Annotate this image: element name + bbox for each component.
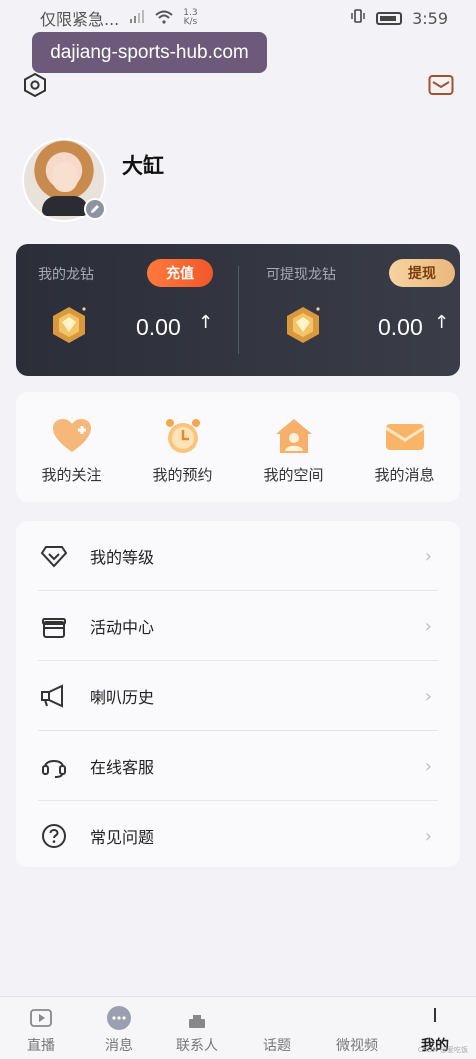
tab-micro-video[interactable]: 微视频 [318,997,396,1059]
edit-pencil-icon[interactable] [84,198,106,220]
menu-label: 活动中心 [90,618,155,637]
avatar-face [52,162,78,192]
tab-messages[interactable]: 消息 [80,997,158,1059]
wallet-withdrawable: 可提现龙钻 提现 0.00 ↑ [238,244,460,376]
menu-item-level[interactable]: 我的等级 › [16,521,460,591]
tab-live[interactable]: 直播 [2,997,80,1059]
clock-text: 3:59 [412,8,448,28]
recharge-button[interactable]: 充值 [147,259,213,287]
wallet-balance: 我的龙钻 充值 0.00 ↑ [16,244,238,376]
watermark: CSDN @爱吃饭 [417,1046,468,1054]
bottom-tab-bar: 直播 消息 联系人 话题 微视频 我的 CSDN @爱吃饭 [0,996,476,1059]
headset-icon [40,752,68,780]
menu-label: 常见问题 [90,828,155,847]
arrow-up-icon: ↑ [434,312,450,333]
megaphone-icon [40,682,68,710]
avatar-body [42,196,88,216]
gift-icon [40,612,68,640]
menu-label: 我的等级 [90,548,155,567]
envelope-icon [383,416,427,456]
me-icon [421,1005,449,1031]
menu-item-horn-history[interactable]: 喇叭历史 › [16,661,460,731]
menu-label: 喇叭历史 [90,688,155,707]
shortcut-label: 我的空间 [263,466,324,484]
topic-icon [263,1005,291,1031]
username: 大缸 [122,154,164,178]
tab-label: 消息 [105,1038,133,1054]
tab-label: 话题 [263,1038,291,1054]
wallet-withdraw-amount: 0.00 [378,314,423,340]
shortcut-follow[interactable]: 我的关注 [22,416,122,502]
wallet-label: 我的龙钻 [38,267,94,283]
mail-icon[interactable] [428,72,454,98]
contacts-icon [183,1005,211,1031]
profile-header: 大缸 [22,138,164,222]
chevron-right-icon: › [424,685,432,707]
chevron-right-icon: › [424,755,432,777]
tab-topics[interactable]: 话题 [238,997,316,1059]
chat-icon [105,1005,133,1031]
menu-list: 我的等级 › 活动中心 › 喇叭历史 › 在线客服 › 常见问题 › [16,521,460,867]
no-signal-icon [129,9,145,28]
question-icon [40,822,68,850]
dragon-diamond-icon [48,304,90,346]
menu-label: 在线客服 [90,758,155,777]
status-right: 3:59 [350,8,448,28]
withdraw-button[interactable]: 提现 [389,259,455,287]
avatar[interactable] [22,138,106,222]
menu-item-activity[interactable]: 活动中心 › [16,591,460,661]
settings-icon[interactable] [22,72,48,98]
chevron-right-icon: › [424,545,432,567]
dragon-diamond-icon [282,304,324,346]
net-speed: 1.3 K/s [183,9,197,27]
tab-label: 微视频 [336,1038,378,1054]
alarm-clock-icon [161,416,205,456]
shortcut-label: 我的预约 [152,466,213,484]
shortcut-grid: 我的关注 我的预约 我的空间 我的消息 [16,392,460,502]
wallet-amount: 0.00 [136,314,181,340]
shortcut-label: 我的关注 [41,466,102,484]
net-speed-unit: K/s [183,17,198,27]
diamond-level-icon [40,542,68,570]
shortcut-label: 我的消息 [374,466,435,484]
vibrate-icon [350,8,366,28]
video-icon [343,1005,371,1031]
battery-icon [376,11,403,25]
home-user-icon [272,416,316,456]
menu-item-faq[interactable]: 常见问题 › [16,801,460,871]
shortcut-reservation[interactable]: 我的预约 [133,416,233,502]
status-left: 仅限紧急... 1.3 K/s [40,6,198,30]
heart-plus-icon [50,416,94,456]
wallet-card: 我的龙钻 充值 0.00 ↑ 可提现龙钻 提现 0.00 ↑ [16,244,460,376]
chevron-right-icon: › [424,615,432,637]
shortcut-messages[interactable]: 我的消息 [355,416,455,502]
carrier-text: 仅限紧急... [40,10,120,29]
url-text: dajiang-sports-hub.com [50,41,249,63]
tab-contacts[interactable]: 联系人 [158,997,236,1059]
chevron-right-icon: › [424,825,432,847]
status-bar: 仅限紧急... 1.3 K/s 3:59 [0,0,476,36]
wallet-withdraw-label: 可提现龙钻 [266,267,336,283]
wifi-icon [155,9,173,28]
tab-label: 直播 [27,1038,55,1054]
tab-label: 联系人 [176,1038,218,1054]
play-icon [27,1005,55,1031]
arrow-up-icon: ↑ [198,312,214,333]
shortcut-space[interactable]: 我的空间 [244,416,344,502]
url-pill: dajiang-sports-hub.com [32,32,267,73]
menu-item-support[interactable]: 在线客服 › [16,731,460,801]
